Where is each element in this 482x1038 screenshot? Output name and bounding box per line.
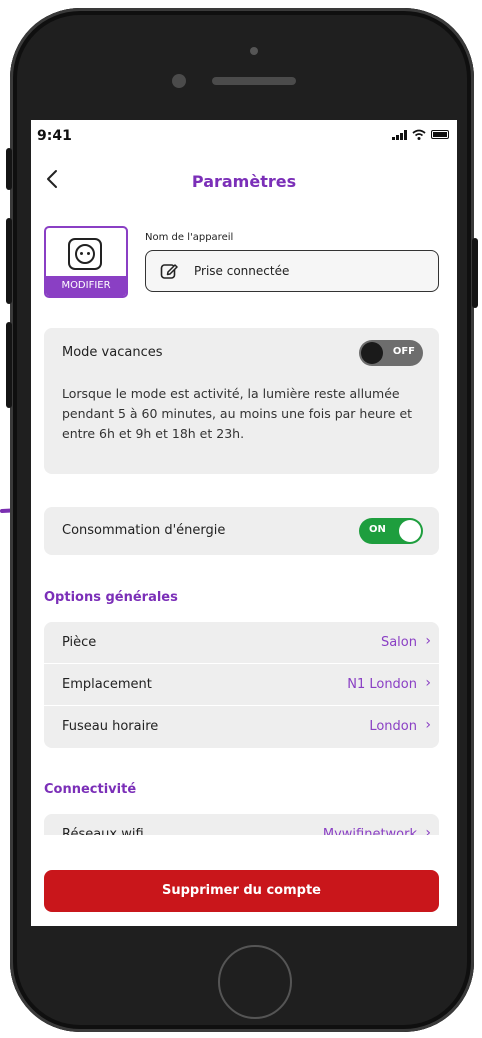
general-options-list: Pièce Salon › Emplacement N1 London › Fu… [44, 622, 439, 748]
earpiece-speaker [212, 77, 296, 85]
chevron-right-icon: › [425, 717, 431, 733]
connectivity-title: Connectivité [44, 782, 137, 797]
list-item-value: N1 London [347, 677, 417, 692]
status-bar: 9:41 [31, 120, 457, 154]
signal-icon [392, 129, 407, 140]
device-name-field[interactable]: Prise connectée [145, 250, 439, 292]
status-icons [392, 129, 449, 140]
vacation-mode-card: Mode vacances OFF Lorsque le mode est ac… [44, 328, 439, 474]
list-item-value: Salon [380, 635, 417, 650]
toggle-knob [399, 520, 421, 542]
list-item-label: Emplacement [62, 677, 152, 692]
list-item-piece[interactable]: Pièce Salon › [44, 622, 439, 664]
delete-account-button[interactable]: Supprimer du compte [44, 870, 439, 912]
toggle-state-label: OFF [392, 346, 415, 357]
list-item-timezone[interactable]: Fuseau horaire London › [44, 706, 439, 748]
proximity-sensor [250, 47, 258, 55]
scroll-fade [31, 835, 457, 857]
status-time: 9:41 [37, 128, 72, 144]
page-title: Paramètres [191, 172, 297, 191]
vacation-mode-label: Mode vacances [62, 345, 163, 360]
volume-down-button [6, 322, 12, 408]
mute-switch [6, 148, 12, 190]
volume-up-button [6, 218, 12, 304]
device-name-label: Nom de l'appareil [145, 232, 234, 243]
app-screen: 9:41 Paramètres MODIFIER Nom de l'appare… [31, 120, 457, 926]
list-item-value: London [369, 719, 417, 734]
vacation-mode-toggle[interactable]: OFF [359, 340, 423, 366]
device-icon-tile[interactable]: MODIFIER [44, 226, 128, 298]
energy-consumption-toggle[interactable]: ON [359, 518, 423, 544]
vacation-mode-description: Lorsque le mode est activité, la lumière… [62, 386, 413, 441]
front-camera [172, 74, 186, 88]
wifi-icon [412, 129, 426, 140]
modify-button[interactable]: MODIFIER [46, 276, 126, 296]
chevron-right-icon: › [425, 633, 431, 649]
battery-icon [431, 130, 449, 139]
plug-socket-icon [68, 238, 102, 270]
edit-icon [160, 264, 178, 279]
energy-consumption-card: Consommation d'énergie ON [44, 507, 439, 555]
toggle-state-label: ON [369, 524, 386, 535]
energy-consumption-label: Consommation d'énergie [62, 523, 226, 538]
power-button [472, 238, 478, 308]
device-name-value: Prise connectée [194, 264, 290, 278]
home-button[interactable] [218, 945, 292, 1019]
list-item-label: Pièce [62, 635, 97, 650]
list-item-emplacement[interactable]: Emplacement N1 London › [44, 664, 439, 706]
chevron-right-icon: › [425, 675, 431, 691]
list-item-label: Fuseau horaire [62, 719, 159, 734]
general-options-title: Options générales [44, 590, 178, 605]
toggle-knob [361, 342, 383, 364]
